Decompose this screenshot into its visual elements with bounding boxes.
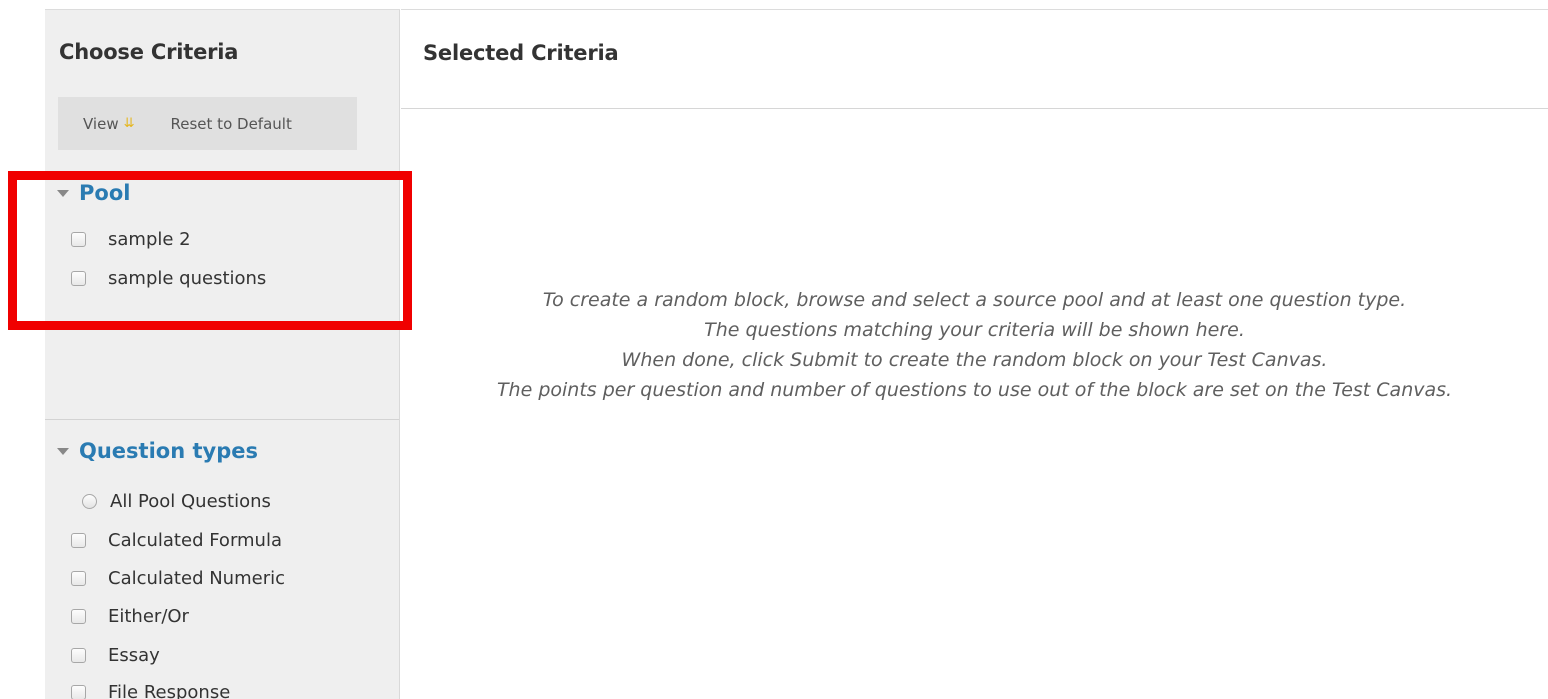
collapse-triangle-icon bbox=[57, 189, 69, 197]
question-type-label: All Pool Questions bbox=[110, 491, 271, 512]
question-type-file-response[interactable]: File Response bbox=[71, 682, 230, 699]
pool-section-toggle[interactable]: Pool bbox=[57, 181, 130, 205]
question-type-either-or[interactable]: Either/Or bbox=[71, 606, 189, 627]
question-types-heading: Question types bbox=[79, 439, 258, 463]
pool-option-sample-questions[interactable]: sample questions bbox=[71, 268, 266, 289]
instruction-line: When done, click Submit to create the ra… bbox=[621, 349, 1328, 371]
question-type-checkbox[interactable] bbox=[71, 648, 86, 663]
selected-criteria-title: Selected Criteria bbox=[423, 41, 619, 65]
pool-heading: Pool bbox=[79, 181, 131, 205]
instruction-line: The points per question and number of qu… bbox=[496, 379, 1453, 401]
selected-criteria-header: Selected Criteria bbox=[401, 9, 1548, 109]
pool-option-sample-2[interactable]: sample 2 bbox=[71, 229, 191, 250]
question-type-label: Calculated Numeric bbox=[108, 568, 285, 589]
question-type-label: File Response bbox=[108, 682, 231, 699]
question-type-all-pool-questions[interactable]: All Pool Questions bbox=[82, 491, 271, 512]
pool-option-label: sample questions bbox=[108, 268, 267, 289]
instruction-line: The questions matching your criteria wil… bbox=[704, 319, 1245, 341]
choose-criteria-panel: Choose Criteria View ⇊ Reset to Default … bbox=[45, 10, 400, 699]
question-type-checkbox[interactable] bbox=[71, 533, 86, 548]
question-type-calculated-numeric[interactable]: Calculated Numeric bbox=[71, 568, 285, 589]
page: Choose Criteria View ⇊ Reset to Default … bbox=[0, 0, 1548, 699]
question-type-label: Either/Or bbox=[108, 606, 189, 627]
view-button-label: View bbox=[83, 114, 119, 133]
question-type-label: Essay bbox=[108, 645, 160, 666]
pool-option-label: sample 2 bbox=[108, 229, 191, 250]
selected-criteria-instructions: To create a random block, browse and sel… bbox=[401, 285, 1548, 405]
criteria-toolbar: View ⇊ Reset to Default bbox=[58, 97, 357, 150]
question-type-checkbox[interactable] bbox=[71, 685, 86, 699]
question-type-calculated-formula[interactable]: Calculated Formula bbox=[71, 530, 282, 551]
collapse-triangle-icon bbox=[57, 447, 69, 455]
instruction-line: To create a random block, browse and sel… bbox=[542, 289, 1407, 311]
choose-criteria-title: Choose Criteria bbox=[59, 40, 239, 64]
pool-checkbox[interactable] bbox=[71, 232, 86, 247]
view-button[interactable]: View ⇊ bbox=[83, 115, 135, 133]
double-chevron-down-icon: ⇊ bbox=[123, 116, 135, 131]
reset-to-default-button[interactable]: Reset to Default bbox=[171, 115, 292, 133]
all-pool-questions-radio[interactable] bbox=[82, 494, 97, 509]
question-type-checkbox[interactable] bbox=[71, 571, 86, 586]
pool-checkbox[interactable] bbox=[71, 271, 86, 286]
question-type-checkbox[interactable] bbox=[71, 609, 86, 624]
question-type-label: Calculated Formula bbox=[108, 530, 282, 551]
section-divider bbox=[45, 419, 399, 420]
question-type-essay[interactable]: Essay bbox=[71, 645, 160, 666]
question-types-section-toggle[interactable]: Question types bbox=[57, 439, 258, 463]
